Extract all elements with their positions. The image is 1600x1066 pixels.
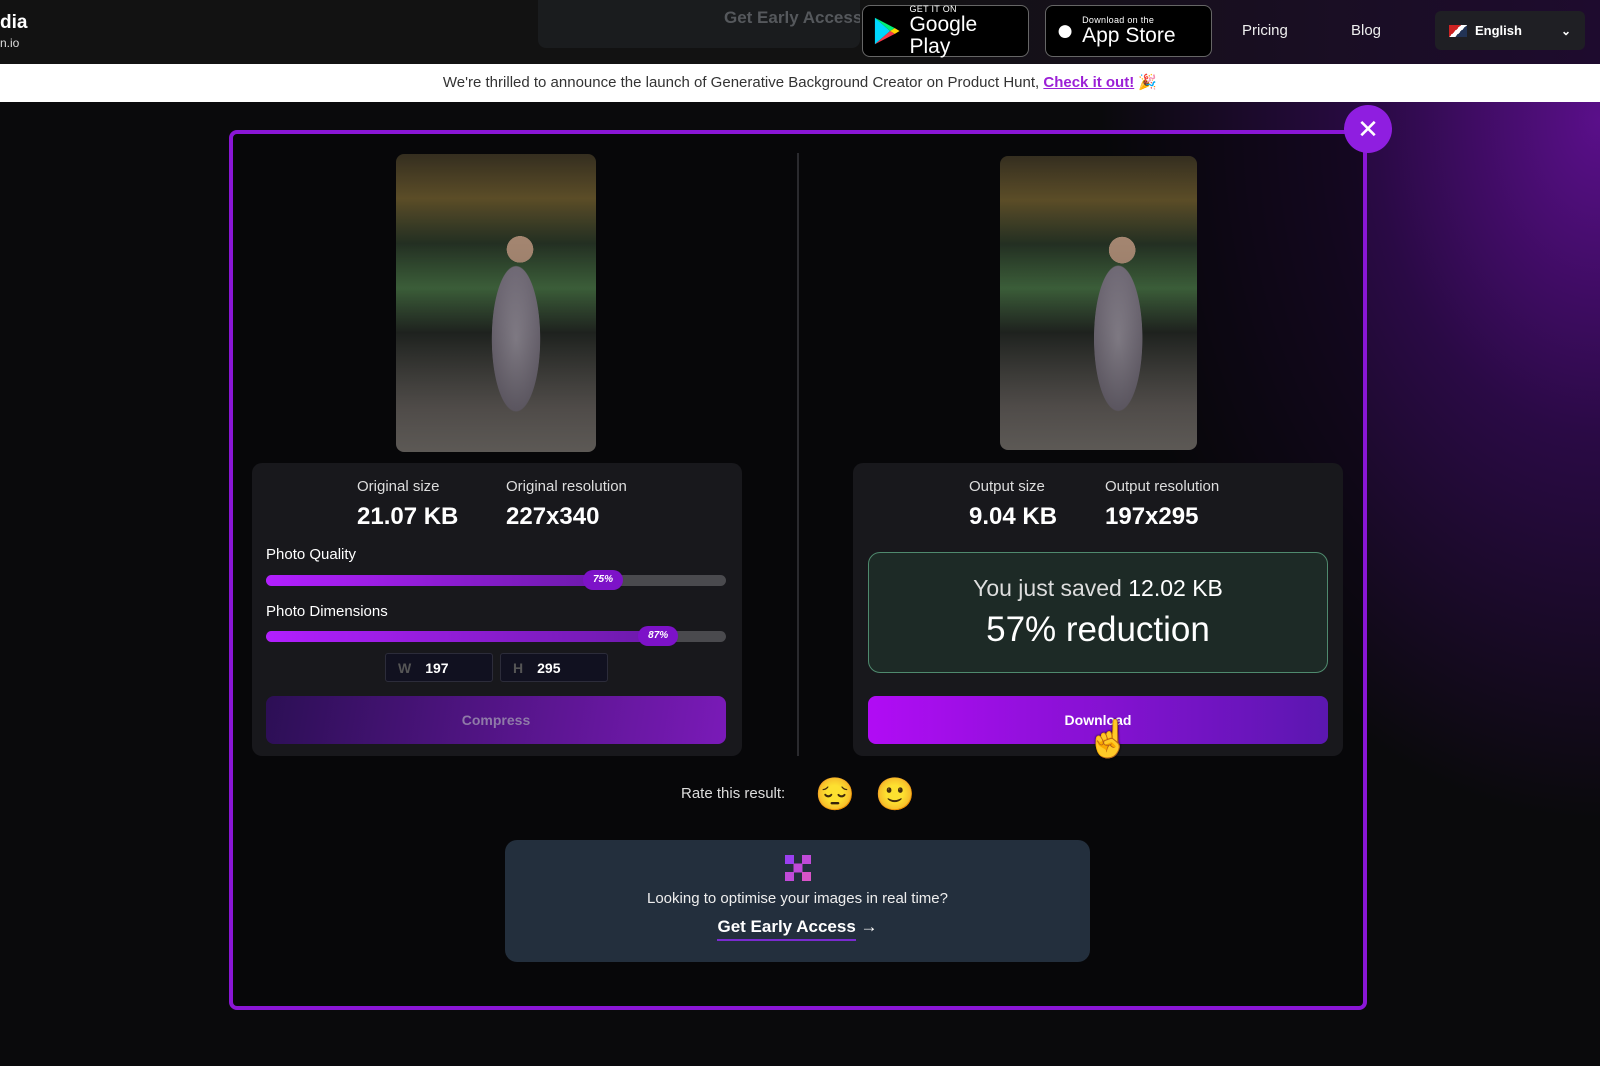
width-value: 197	[425, 659, 449, 676]
output-image	[1000, 156, 1197, 450]
google-play-label: Google Play	[909, 13, 978, 58]
apple-icon: ●	[1056, 14, 1075, 47]
close-icon: ✕	[1357, 113, 1379, 144]
photo-quality-label: Photo Quality	[266, 546, 357, 563]
photo-quality-fill	[266, 575, 611, 586]
google-play-icon	[874, 17, 900, 45]
check-it-out-link[interactable]: Check it out!	[1043, 74, 1134, 91]
original-resolution-label: Original resolution	[506, 478, 627, 495]
original-resolution: 227x340	[506, 503, 600, 530]
rate-label: Rate this result:	[681, 785, 786, 802]
saved-prefix: You just saved	[973, 575, 1122, 601]
logo[interactable]: dia	[0, 12, 27, 34]
app-store-button[interactable]: ● Download on the App Store	[1045, 5, 1212, 57]
language-dropdown[interactable]: English ⌄	[1435, 11, 1585, 50]
party-icon: 🎉	[1138, 74, 1158, 91]
chevron-down-icon: ⌄	[1560, 23, 1571, 38]
nav-blog[interactable]: Blog	[1351, 22, 1381, 39]
google-play-button[interactable]: GET IT ON Google Play	[862, 4, 1029, 58]
photo-dimensions-label: Photo Dimensions	[266, 603, 388, 620]
app-logo-icon	[784, 855, 811, 881]
divider	[797, 153, 799, 756]
photo-dimensions-handle[interactable]: 87%	[638, 626, 679, 646]
early-access-promo: Looking to optimise your images in real …	[505, 840, 1090, 962]
height-value: 295	[537, 659, 561, 676]
original-image	[396, 154, 596, 452]
compress-button[interactable]: Compress	[266, 696, 726, 744]
rate-happy-button[interactable]: 🙂	[875, 775, 915, 813]
promo-text: Looking to optimise your images in real …	[647, 890, 948, 907]
get-early-access-link[interactable]: Get Early Access →	[505, 917, 1090, 941]
photo-dimensions-slider[interactable]: 87%	[266, 626, 726, 646]
output-resolution-label: Output resolution	[1105, 478, 1220, 495]
original-size: 21.07 KB	[357, 503, 459, 530]
savings-box: You just saved 12.02 KB 57% reduction	[868, 552, 1328, 673]
nav-pricing[interactable]: Pricing	[1242, 22, 1288, 39]
photo-quality-handle[interactable]: 75%	[583, 570, 623, 590]
photo-quality-slider[interactable]: 75%	[266, 570, 726, 590]
output-size: 9.04 KB	[969, 503, 1058, 530]
close-button[interactable]: ✕	[1344, 105, 1392, 153]
banner-text: We're thrilled to announce the launch of…	[442, 74, 1040, 91]
output-resolution: 197x295	[1105, 503, 1199, 530]
width-label: W	[398, 659, 412, 676]
saved-value: 12.02 KB	[1128, 575, 1223, 601]
photo-dimensions-fill	[266, 631, 667, 642]
language-label: English	[1475, 23, 1522, 38]
logo-domain: n.io	[0, 36, 20, 50]
reduction-text: 57% reduction	[986, 610, 1210, 649]
get-early-access-nav-button[interactable]: Get Early Access	[538, 0, 860, 48]
announcement-banner: We're thrilled to announce the launch of…	[0, 64, 1600, 102]
height-label: H	[513, 659, 524, 676]
output-size-label: Output size	[969, 478, 1045, 495]
arrow-right-icon: →	[860, 917, 878, 936]
width-input[interactable]: W 197	[385, 653, 493, 682]
original-size-label: Original size	[357, 478, 440, 495]
app-store-label: App Store	[1082, 24, 1176, 47]
hand-cursor-icon: ☝	[1086, 718, 1131, 759]
uk-flag-icon	[1449, 24, 1467, 37]
rate-sad-button[interactable]: 😔	[815, 775, 855, 813]
get-early-access-label: Get Early Access	[717, 917, 856, 941]
height-input[interactable]: H 295	[500, 653, 608, 682]
